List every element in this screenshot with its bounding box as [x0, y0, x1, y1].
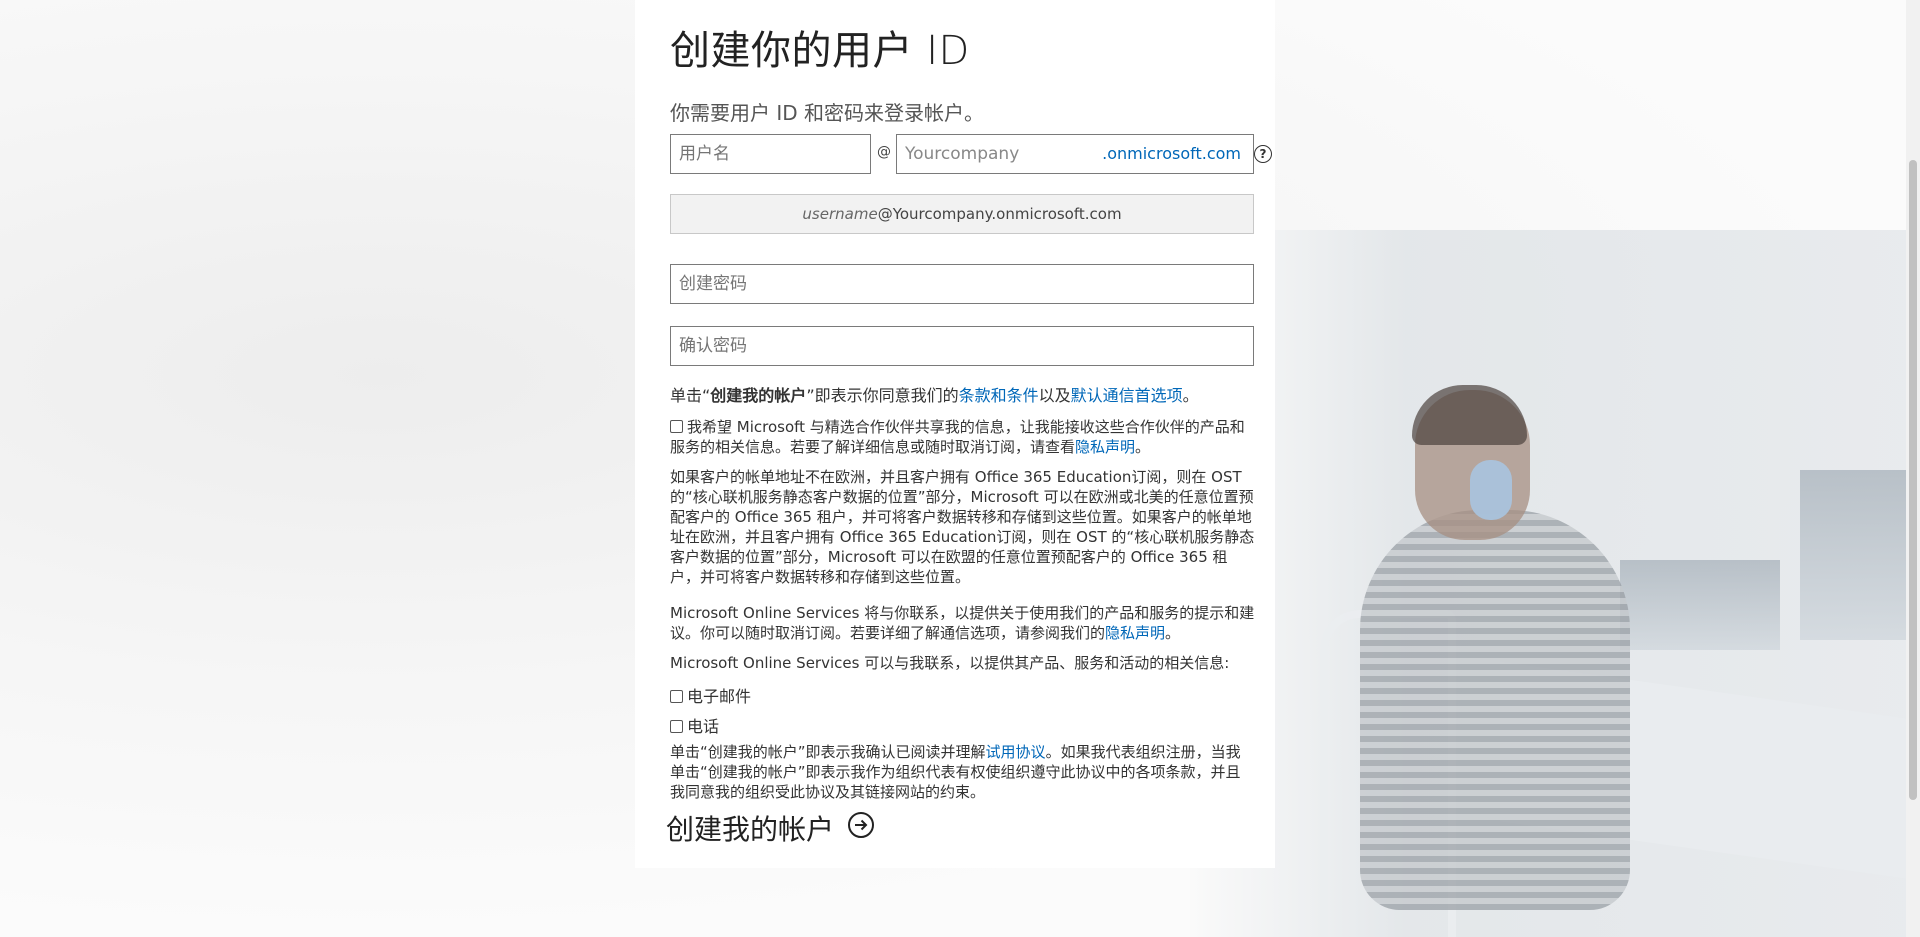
privacy-statement-link-2[interactable]: 隐私声明: [1105, 624, 1165, 642]
preview-username: username: [802, 205, 878, 223]
email-option[interactable]: 电子邮件: [670, 683, 751, 707]
background-person: [1360, 510, 1630, 910]
background-monitor: [1800, 470, 1906, 640]
contact-options-intro: Microsoft Online Services 可以与我联系，以提供其产品、…: [670, 654, 1230, 672]
terms-end: 。: [1182, 386, 1199, 405]
trial-agreement-notice: 单击“创建我的帐户”即表示我确认已阅读并理解试用协议。如果我代表组织注册，当我单…: [670, 742, 1255, 802]
company-domain-field[interactable]: Yourcompany .onmicrosoft.com: [896, 134, 1254, 174]
terms-and: 以及: [1038, 386, 1071, 405]
scrollbar-thumb[interactable]: [1909, 160, 1917, 800]
phone-option[interactable]: 电话: [670, 713, 719, 737]
communication-preferences-link[interactable]: 默认通信首选项: [1071, 386, 1183, 405]
data-location-notice: 如果客户的帐单地址不在欧洲，并且客户拥有 Office 365 Educatio…: [670, 468, 1255, 586]
company-placeholder: Yourcompany: [905, 144, 1020, 164]
contact-notice-end: 。: [1165, 624, 1181, 642]
partner-consent-end: 。: [1135, 438, 1151, 456]
background-monitor: [1620, 560, 1780, 650]
email-checkbox[interactable]: [670, 690, 683, 703]
partner-consent-text: 我希望 Microsoft 与精选合作伙伴共享我的信息，让我能接收这些合作伙伴的…: [670, 418, 1245, 456]
page-title: 创建你的用户 ID: [670, 28, 970, 74]
username-input[interactable]: [670, 134, 871, 174]
create-password-input[interactable]: [670, 264, 1254, 304]
terms-bold-action: 创建我的帐户: [710, 386, 807, 405]
terms-and-conditions-link[interactable]: 条款和条件: [959, 386, 1039, 405]
domain-suffix: .onmicrosoft.com: [1102, 144, 1241, 163]
preview-domain: @Yourcompany.onmicrosoft.com: [877, 205, 1122, 223]
privacy-statement-link[interactable]: 隐私声明: [1075, 438, 1135, 456]
background-headphone: [1470, 460, 1512, 520]
partner-consent-checkbox[interactable]: [670, 420, 683, 433]
trial-agreement-link[interactable]: 试用协议: [986, 743, 1046, 761]
create-account-button[interactable]: 创建我的帐户: [666, 808, 875, 848]
at-symbol: @: [877, 144, 891, 160]
phone-checkbox[interactable]: [670, 720, 683, 733]
help-icon[interactable]: ?: [1254, 145, 1272, 163]
terms-notice: 单击“创建我的帐户”即表示你同意我们的条款和条件以及默认通信首选项。: [670, 386, 1255, 406]
partner-consent: 我希望 Microsoft 与精选合作伙伴共享我的信息，让我能接收这些合作伙伴的…: [670, 417, 1255, 457]
phone-label: 电话: [687, 717, 720, 736]
create-account-label: 创建我的帐户: [666, 813, 835, 846]
vertical-scrollbar[interactable]: [1906, 0, 1920, 937]
confirm-password-input[interactable]: [670, 326, 1254, 366]
terms-prefix: 单击“: [670, 386, 711, 405]
user-id-preview: username@Yourcompany.onmicrosoft.com: [670, 194, 1254, 234]
page-subtitle: 你需要用户 ID 和密码来登录帐户。: [670, 101, 985, 125]
arrow-right-circle-icon: [848, 812, 875, 838]
terms-middle: ”即表示你同意我们的: [806, 386, 959, 405]
contact-notice: Microsoft Online Services 将与你联系，以提供关于使用我…: [670, 603, 1255, 643]
email-label: 电子邮件: [687, 687, 752, 706]
trial-prefix: 单击“创建我的帐户”即表示我确认已阅读并理解: [670, 743, 986, 761]
